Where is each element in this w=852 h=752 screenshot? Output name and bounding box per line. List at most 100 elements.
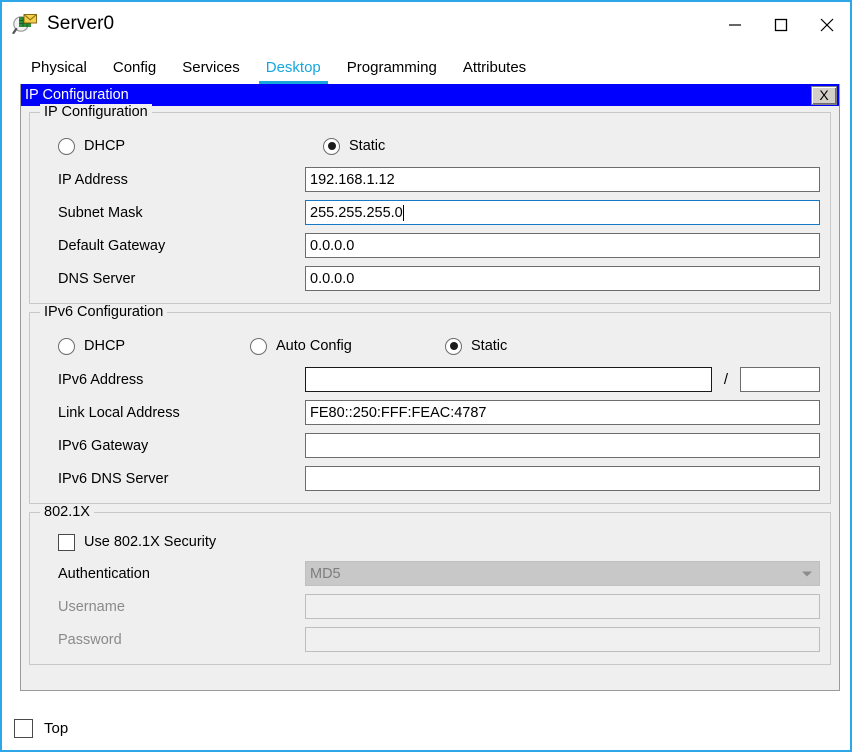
- tab-services-label: Services: [182, 59, 240, 76]
- checkbox-unchecked-icon: [58, 533, 75, 551]
- ipv6-dns-server-input[interactable]: [305, 466, 820, 491]
- server-window: Server0 Physical Config Services Desktop…: [0, 0, 852, 752]
- ipv4-configuration-group: IP Configuration DHCP Static IP Address …: [29, 104, 831, 304]
- ipv6-gateway-input[interactable]: [305, 433, 820, 458]
- radio-unchecked-icon: [58, 337, 75, 355]
- dot1x-group: 802.1X Use 802.1X Security Authenticatio…: [29, 504, 831, 665]
- window-titlebar: Server0: [2, 0, 850, 46]
- bottom-bar: Top: [2, 706, 850, 750]
- authentication-select[interactable]: MD5: [305, 561, 820, 586]
- tab-config[interactable]: Config: [100, 55, 169, 84]
- ip-address-row: IP Address 192.168.1.12: [40, 163, 820, 196]
- tab-programming[interactable]: Programming: [334, 55, 450, 84]
- username-row: Username: [40, 590, 820, 623]
- ipv6-mode-row: DHCP Auto Config Static: [40, 329, 820, 363]
- link-local-address-input[interactable]: FE80::250:FFF:FEAC:4787: [305, 400, 820, 425]
- subnet-mask-value: 255.255.255.0: [310, 204, 403, 221]
- ipv4-static-label: Static: [349, 138, 386, 154]
- dot1x-enable-row: Use 802.1X Security: [40, 527, 820, 557]
- ip-address-value: 192.168.1.12: [310, 171, 395, 188]
- ipv6-address-row: IPv6 Address /: [40, 363, 820, 396]
- ipv4-mode-row: DHCP Static: [40, 129, 820, 163]
- tab-physical[interactable]: Physical: [18, 55, 100, 84]
- minimize-button[interactable]: [712, 2, 758, 48]
- ipv6-autoconfig-label: Auto Config: [276, 338, 352, 354]
- close-button[interactable]: [804, 2, 850, 48]
- top-checkbox[interactable]: [14, 718, 33, 738]
- ipv6-gateway-label: IPv6 Gateway: [58, 437, 149, 454]
- tab-desktop-label: Desktop: [265, 59, 321, 76]
- tab-services[interactable]: Services: [169, 55, 253, 84]
- username-input[interactable]: [305, 594, 820, 619]
- ipv4-dhcp-label: DHCP: [84, 138, 126, 154]
- use-dot1x-security-label: Use 802.1X Security: [84, 534, 217, 550]
- dialog-title: IP Configuration: [25, 86, 129, 103]
- link-local-address-label: Link Local Address: [58, 404, 180, 421]
- password-input[interactable]: [305, 627, 820, 652]
- dialog-body: IP Configuration DHCP Static IP Address …: [21, 104, 839, 690]
- top-checkbox-label: Top: [44, 719, 69, 737]
- default-gateway-input[interactable]: 0.0.0.0: [305, 233, 820, 258]
- ipv6-address-input[interactable]: [305, 367, 712, 392]
- radio-checked-icon: [323, 137, 340, 155]
- dns-server-label: DNS Server: [58, 270, 136, 287]
- ipv6-dns-server-label: IPv6 DNS Server: [58, 470, 169, 487]
- ip-address-label: IP Address: [58, 171, 128, 188]
- use-dot1x-security-checkbox[interactable]: Use 802.1X Security: [58, 533, 217, 551]
- ipv6-autoconfig-radio[interactable]: Auto Config: [250, 337, 445, 355]
- ipv6-group-legend: IPv6 Configuration: [40, 304, 168, 320]
- username-label: Username: [58, 598, 125, 615]
- password-row: Password: [40, 623, 820, 656]
- ipv4-group-legend: IP Configuration: [40, 104, 152, 120]
- ipv6-prefix-separator: /: [723, 371, 729, 388]
- dot1x-group-legend: 802.1X: [40, 504, 94, 520]
- link-local-address-row: Link Local Address FE80::250:FFF:FEAC:47…: [40, 396, 820, 429]
- radio-checked-icon: [445, 337, 462, 355]
- ipv6-configuration-group: IPv6 Configuration DHCP Auto Config Stat…: [29, 304, 831, 504]
- window-title-group: Server0: [2, 12, 114, 36]
- dialog-close-button[interactable]: X: [811, 85, 837, 105]
- default-gateway-label: Default Gateway: [58, 237, 166, 254]
- authentication-value: MD5: [310, 565, 341, 582]
- ipv6-dhcp-label: DHCP: [84, 338, 126, 354]
- window-title: Server0: [47, 13, 115, 34]
- ipv6-gateway-row: IPv6 Gateway: [40, 429, 820, 462]
- chevron-down-icon: [802, 571, 812, 576]
- tab-desktop[interactable]: Desktop: [253, 55, 334, 84]
- ip-configuration-dialog: IP Configuration X IP Configuration DHCP: [20, 84, 840, 691]
- ipv6-static-label: Static: [471, 338, 508, 354]
- ipv4-static-radio[interactable]: Static: [323, 137, 386, 155]
- authentication-label: Authentication: [58, 565, 150, 582]
- dns-server-input[interactable]: 0.0.0.0: [305, 266, 820, 291]
- ipv6-dhcp-radio[interactable]: DHCP: [58, 337, 250, 355]
- tab-attributes[interactable]: Attributes: [450, 55, 539, 84]
- password-label: Password: [58, 631, 122, 648]
- server-magnifier-icon: [12, 12, 38, 36]
- device-tabs: Physical Config Services Desktop Program…: [2, 46, 850, 84]
- dns-server-row: DNS Server 0.0.0.0: [40, 262, 820, 295]
- ipv6-prefix-input[interactable]: [740, 367, 820, 392]
- maximize-button[interactable]: [758, 2, 804, 48]
- ipv6-static-radio[interactable]: Static: [445, 337, 508, 355]
- subnet-mask-row: Subnet Mask 255.255.255.0: [40, 196, 820, 229]
- dns-server-value: 0.0.0.0: [310, 270, 355, 287]
- ipv4-dhcp-radio[interactable]: DHCP: [58, 137, 323, 155]
- radio-unchecked-icon: [58, 137, 75, 155]
- default-gateway-value: 0.0.0.0: [310, 237, 355, 254]
- link-local-address-value: FE80::250:FFF:FEAC:4787: [310, 404, 487, 421]
- text-caret: [402, 204, 404, 221]
- desktop-panel: IP Configuration X IP Configuration DHCP: [2, 84, 850, 706]
- default-gateway-row: Default Gateway 0.0.0.0: [40, 229, 820, 262]
- tab-config-label: Config: [112, 59, 157, 76]
- ip-address-input[interactable]: 192.168.1.12: [305, 167, 820, 192]
- tab-physical-label: Physical: [31, 59, 87, 76]
- window-controls: [712, 2, 850, 48]
- subnet-mask-input[interactable]: 255.255.255.0: [305, 200, 820, 225]
- authentication-row: Authentication MD5: [40, 557, 820, 590]
- tab-programming-label: Programming: [346, 59, 437, 76]
- tab-attributes-label: Attributes: [462, 59, 527, 76]
- radio-unchecked-icon: [250, 337, 267, 355]
- ipv6-address-label: IPv6 Address: [58, 371, 144, 388]
- ipv6-dns-server-row: IPv6 DNS Server: [40, 462, 820, 495]
- subnet-mask-label: Subnet Mask: [58, 204, 143, 221]
